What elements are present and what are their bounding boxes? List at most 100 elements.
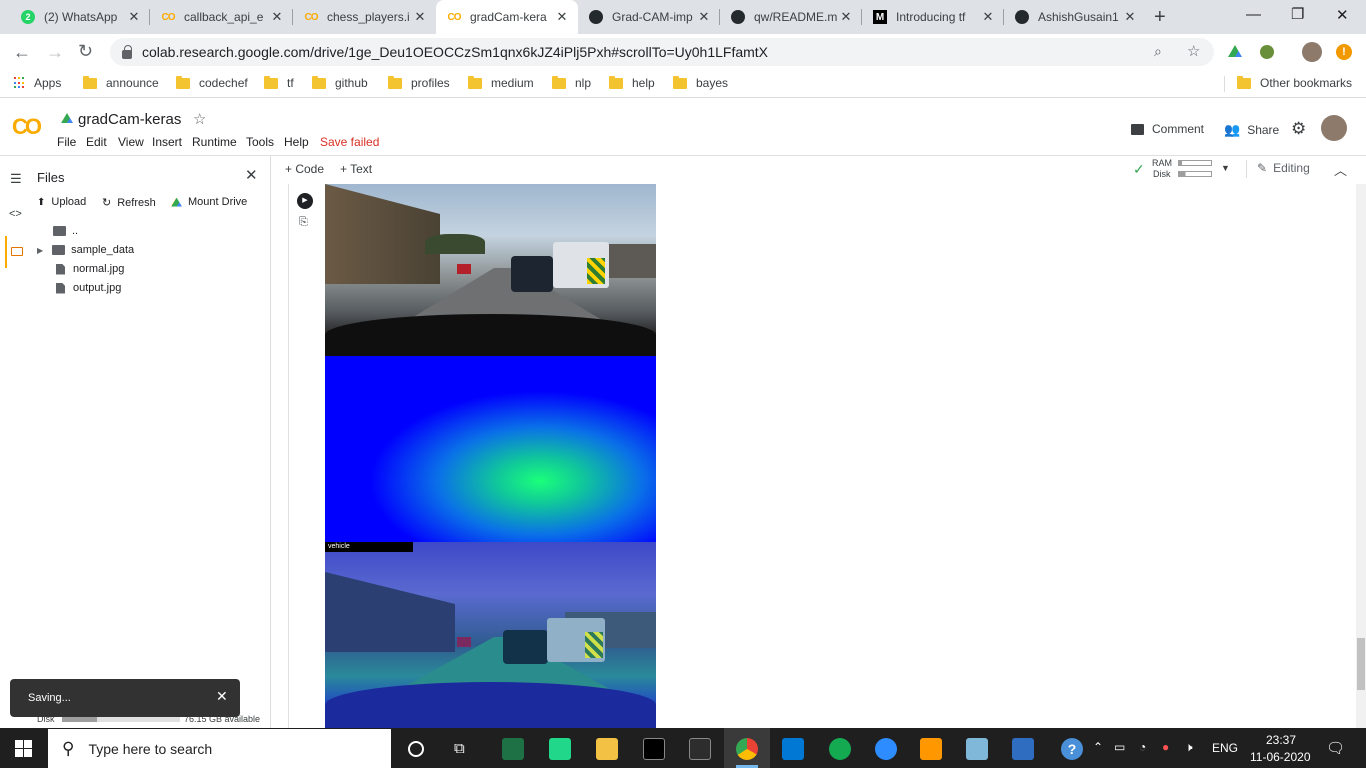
restore-button[interactable]: ❐: [1291, 5, 1304, 23]
app-window-icon[interactable]: [689, 738, 711, 760]
reload-icon[interactable]: ↻: [78, 41, 93, 62]
forward-arrow-icon[interactable]: →: [46, 42, 64, 63]
update-alert-icon[interactable]: !: [1336, 44, 1352, 60]
tab-gradcam-keras[interactable]: CO gradCam-kera ✕: [436, 0, 578, 34]
tab-whatsapp[interactable]: 2 (2) WhatsApp ✕: [10, 0, 150, 34]
close-icon[interactable]: ✕: [696, 9, 712, 25]
close-icon[interactable]: ✕: [269, 9, 285, 25]
bookmark-announce[interactable]: announce: [83, 75, 159, 90]
mount-drive-button[interactable]: Mount Drive: [171, 196, 247, 208]
excel-icon[interactable]: [502, 738, 524, 760]
menu-file[interactable]: File: [57, 135, 76, 149]
vscode-icon[interactable]: [782, 738, 804, 760]
new-tab-button[interactable]: +: [1154, 6, 1166, 29]
tray-expand-icon[interactable]: ⌃: [1093, 740, 1103, 754]
language-indicator[interactable]: ENG: [1212, 741, 1238, 755]
close-icon[interactable]: ✕: [1122, 9, 1138, 25]
bookmark-nlp[interactable]: nlp: [552, 75, 591, 90]
notes-app-icon[interactable]: [966, 738, 988, 760]
save-status[interactable]: Save failed: [320, 135, 379, 149]
file-item-sample-data[interactable]: ▶ sample_data: [37, 244, 134, 256]
tab-qw-readme[interactable]: qw/README.m ✕: [720, 0, 862, 34]
close-icon[interactable]: ✕: [126, 9, 142, 25]
colab-logo[interactable]: CO: [12, 114, 42, 140]
bookmark-github[interactable]: github: [312, 75, 368, 90]
bookmark-codechef[interactable]: codechef: [176, 75, 248, 90]
content-scroll-thumb[interactable]: [1357, 638, 1365, 690]
resources-dropdown-icon[interactable]: ▼: [1221, 163, 1230, 173]
network-warning-icon[interactable]: ●: [1162, 740, 1169, 754]
notifications-icon[interactable]: 🗨: [1326, 739, 1345, 757]
taskbar-search-box[interactable]: ⚲ Type here to search: [48, 729, 391, 768]
tab-callback-api[interactable]: CO callback_api_e ✕: [150, 0, 293, 34]
bookmark-apps[interactable]: Apps: [14, 76, 61, 90]
menu-help[interactable]: Help: [284, 135, 309, 149]
files-folder-icon[interactable]: [11, 247, 23, 256]
toast-close-icon[interactable]: ✕: [216, 688, 228, 705]
clock-time[interactable]: 23:37: [1266, 733, 1296, 747]
menu-runtime[interactable]: Runtime: [192, 135, 237, 149]
battery-icon[interactable]: ▭: [1114, 740, 1125, 754]
file-item-output-jpg[interactable]: output.jpg: [56, 282, 121, 294]
close-icon[interactable]: ✕: [838, 9, 854, 25]
output-action-icon[interactable]: ⎘: [299, 216, 308, 229]
toc-menu-icon[interactable]: ☰: [10, 171, 22, 187]
window-close-button[interactable]: ✕: [1336, 6, 1349, 24]
profile-avatar[interactable]: [1302, 42, 1322, 62]
bookmark-other[interactable]: Other bookmarks: [1237, 75, 1352, 90]
close-icon[interactable]: ✕: [980, 9, 996, 25]
minimize-button[interactable]: —: [1246, 6, 1261, 23]
help-icon[interactable]: ?: [1061, 738, 1083, 760]
bookmark-medium[interactable]: medium: [468, 75, 534, 90]
cortana-icon[interactable]: [408, 741, 424, 757]
photos-icon[interactable]: [1012, 738, 1034, 760]
collapse-header-icon[interactable]: ︿: [1334, 160, 1347, 179]
zoom-icon[interactable]: ⌕: [1154, 43, 1162, 60]
tab-chess-players[interactable]: CO chess_players.i ✕: [293, 0, 436, 34]
editing-mode-button[interactable]: ✎ Editing: [1257, 161, 1310, 175]
close-icon[interactable]: ✕: [554, 9, 570, 25]
code-snippets-icon[interactable]: <>: [9, 208, 22, 220]
tab-ashishgusain[interactable]: AshishGusain1 ✕: [1004, 0, 1146, 34]
menu-insert[interactable]: Insert: [152, 135, 182, 149]
file-explorer-icon[interactable]: [596, 738, 618, 760]
menu-view[interactable]: View: [118, 135, 144, 149]
disk-usage-bar[interactable]: [1178, 171, 1212, 177]
star-icon[interactable]: ☆: [193, 110, 206, 128]
refresh-button[interactable]: ↻ Refresh: [102, 196, 156, 210]
expand-arrow-icon[interactable]: ▶: [37, 246, 43, 255]
bookmark-help[interactable]: help: [609, 75, 655, 90]
extension-icon[interactable]: [1260, 45, 1274, 59]
volume-muted-icon[interactable]: 🕨: [1185, 740, 1193, 755]
share-button[interactable]: 👥 Share: [1224, 122, 1279, 138]
settings-gear-icon[interactable]: ⚙: [1291, 119, 1306, 139]
comment-button[interactable]: Comment: [1131, 122, 1204, 136]
terminal-icon[interactable]: [643, 738, 665, 760]
tab-introducing-tf[interactable]: M Introducing tf ✕: [862, 0, 1004, 34]
bookmark-bayes[interactable]: bayes: [673, 75, 728, 90]
add-code-cell-button[interactable]: + Code: [285, 162, 324, 176]
network-icon[interactable]: ◔: [1139, 740, 1146, 754]
ram-usage-bar[interactable]: [1178, 160, 1212, 166]
close-files-panel-icon[interactable]: ✕: [245, 166, 258, 184]
mongodb-icon[interactable]: [829, 738, 851, 760]
bookmark-profiles[interactable]: profiles: [388, 75, 450, 90]
bookmark-tf[interactable]: tf: [264, 75, 294, 90]
bookmark-star-icon[interactable]: ☆: [1187, 42, 1200, 60]
windows-start-icon[interactable]: [15, 740, 32, 757]
file-item-normal-jpg[interactable]: normal.jpg: [56, 263, 124, 275]
address-bar[interactable]: colab.research.google.com/drive/1ge_Deu1…: [110, 38, 1214, 66]
clock-date[interactable]: 11-06-2020: [1250, 750, 1311, 764]
menu-tools[interactable]: Tools: [246, 135, 274, 149]
run-cell-play-icon[interactable]: ▶: [297, 193, 313, 209]
menu-edit[interactable]: Edit: [86, 135, 107, 149]
url-text[interactable]: colab.research.google.com/drive/1ge_Deu1…: [142, 44, 768, 60]
close-icon[interactable]: ✕: [412, 9, 428, 25]
back-arrow-icon[interactable]: ←: [13, 42, 31, 63]
upload-button[interactable]: ⬆ Upload: [37, 196, 86, 208]
sublime-text-icon[interactable]: [920, 738, 942, 760]
chrome-icon[interactable]: [736, 738, 758, 760]
notebook-title[interactable]: gradCam-keras: [78, 111, 181, 128]
task-view-icon[interactable]: ⧉: [454, 740, 465, 757]
pycharm-icon[interactable]: [549, 738, 571, 760]
